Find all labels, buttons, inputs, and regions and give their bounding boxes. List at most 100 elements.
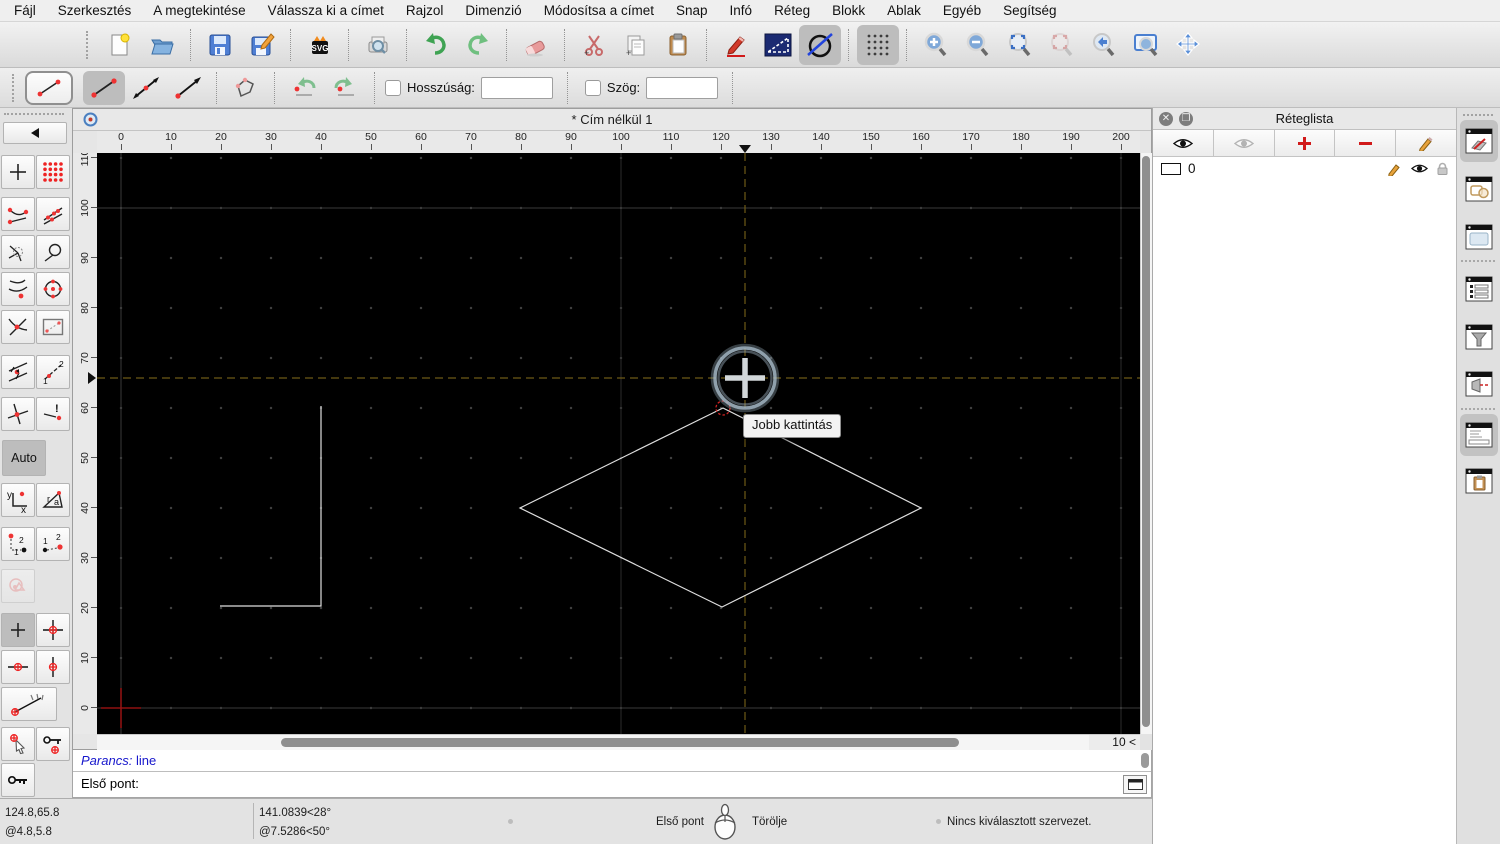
menu-item[interactable]: Snap bbox=[665, 0, 719, 22]
undo-segment-button[interactable] bbox=[283, 71, 325, 105]
dock-layer-list-button[interactable] bbox=[1460, 120, 1498, 162]
angle-checkbox[interactable] bbox=[584, 79, 601, 96]
menu-item[interactable]: A megtekintése bbox=[142, 0, 256, 22]
snap-free-button[interactable] bbox=[1, 155, 35, 189]
snap-grid-button[interactable] bbox=[36, 155, 70, 189]
toolbar-grip[interactable] bbox=[12, 73, 19, 102]
line-angle-button[interactable] bbox=[125, 71, 167, 105]
length-checkbox[interactable] bbox=[385, 79, 401, 96]
open-file-button[interactable] bbox=[141, 25, 183, 65]
snap-intersection-button[interactable] bbox=[1, 397, 35, 431]
length-input[interactable] bbox=[480, 76, 553, 99]
command-detach-button[interactable] bbox=[1123, 775, 1147, 794]
add-layer-button[interactable] bbox=[1274, 130, 1336, 156]
snap-intersection-manual-button[interactable]: ! bbox=[36, 397, 70, 431]
menu-item[interactable]: Módosítsa a címet bbox=[533, 0, 665, 22]
remove-layer-button[interactable] bbox=[1335, 130, 1397, 156]
snap-distance-button[interactable] bbox=[1, 272, 35, 306]
vscroll-thumb[interactable] bbox=[1142, 156, 1150, 727]
zoom-window-button[interactable] bbox=[1125, 25, 1167, 65]
save-button[interactable] bbox=[199, 25, 241, 65]
snap-reference-button[interactable] bbox=[36, 310, 70, 344]
zoom-previous-button[interactable] bbox=[1083, 25, 1125, 65]
snap-center-button[interactable] bbox=[1, 235, 35, 269]
snap-tangent-button[interactable] bbox=[36, 235, 70, 269]
show-all-layers-button[interactable] bbox=[1153, 130, 1214, 156]
edit-layer-button[interactable] bbox=[1396, 130, 1456, 156]
dock-selection-filter-button[interactable] bbox=[1460, 316, 1498, 358]
save-as-button[interactable] bbox=[241, 25, 283, 65]
restrict-orthogonal-button[interactable] bbox=[36, 613, 70, 647]
polyline-button[interactable] bbox=[225, 71, 267, 105]
redo-segment-button[interactable] bbox=[325, 71, 367, 105]
set-relative-zero-button[interactable] bbox=[1, 727, 35, 761]
layer-lock-icon[interactable] bbox=[1437, 162, 1448, 175]
pan-button[interactable] bbox=[1167, 25, 1209, 65]
zoom-out-button[interactable] bbox=[957, 25, 999, 65]
snap-intersection-auto-button[interactable] bbox=[1, 310, 35, 344]
zoom-in-button[interactable] bbox=[915, 25, 957, 65]
toolbar-grip[interactable] bbox=[4, 113, 64, 117]
dock-library-browser-button[interactable] bbox=[1460, 216, 1498, 258]
collapse-sidebar-button[interactable] bbox=[3, 122, 67, 144]
menu-item[interactable]: Egyéb bbox=[932, 0, 992, 22]
zoom-selected-button[interactable] bbox=[1041, 25, 1083, 65]
menu-item[interactable]: Segítség bbox=[992, 0, 1067, 22]
lock-relative-zero-button[interactable] bbox=[36, 727, 70, 761]
restrict-nothing-button[interactable] bbox=[1, 613, 35, 647]
menu-item[interactable]: Szerkesztés bbox=[47, 0, 143, 22]
drawing-window-titlebar[interactable]: * Cím nélkül 1 bbox=[73, 109, 1151, 131]
new-file-button[interactable] bbox=[99, 25, 141, 65]
paste-button[interactable] bbox=[657, 25, 699, 65]
command-history-scroll-thumb[interactable] bbox=[1141, 753, 1149, 768]
menu-item[interactable]: Réteg bbox=[763, 0, 821, 22]
copy-button[interactable]: + bbox=[615, 25, 657, 65]
redo-button[interactable] bbox=[457, 25, 499, 65]
menu-item[interactable]: Válassza ki a címet bbox=[257, 0, 395, 22]
angle-input[interactable] bbox=[646, 76, 719, 99]
print-preview-button[interactable] bbox=[357, 25, 399, 65]
absolute-coords-button[interactable]: 12 bbox=[36, 527, 70, 561]
undo-button[interactable] bbox=[415, 25, 457, 65]
restrict-vertical-button[interactable] bbox=[36, 650, 70, 684]
vertical-scrollbar[interactable] bbox=[1140, 153, 1152, 734]
menu-item[interactable]: Infó bbox=[719, 0, 764, 22]
draft-mode-button[interactable] bbox=[799, 24, 841, 65]
restrict-horizontal-button[interactable] bbox=[1, 650, 35, 684]
menu-item[interactable]: Fájl bbox=[3, 0, 47, 22]
svg-export-button[interactable]: SVG bbox=[299, 25, 341, 65]
snap-quadrant-button[interactable] bbox=[36, 272, 70, 306]
ray-button[interactable] bbox=[167, 71, 209, 105]
coordinate-cartesian-button[interactable]: yx bbox=[1, 483, 35, 517]
drawing-canvas[interactable]: Jobb kattintás bbox=[97, 153, 1140, 734]
zoom-auto-button[interactable] bbox=[999, 25, 1041, 65]
snap-on-entity-button[interactable] bbox=[36, 197, 70, 231]
grid-toggle-button[interactable] bbox=[857, 24, 899, 65]
command-input[interactable]: Első pont: bbox=[73, 772, 1151, 797]
coordinate-polar-button[interactable]: ra bbox=[36, 483, 70, 517]
exclusive-snap-button[interactable] bbox=[1, 569, 35, 603]
layer-visibility-icon[interactable] bbox=[1411, 163, 1428, 174]
layer-row[interactable]: 0 bbox=[1153, 157, 1456, 180]
cut-button[interactable]: + bbox=[573, 25, 615, 65]
snap-auto-button[interactable]: Auto bbox=[2, 440, 46, 476]
layer-color-swatch[interactable] bbox=[1161, 162, 1181, 175]
dock-grip[interactable] bbox=[1463, 114, 1493, 118]
hide-all-layers-button[interactable] bbox=[1213, 130, 1275, 156]
pen-attributes-button[interactable] bbox=[715, 25, 757, 65]
lock-layer-button[interactable] bbox=[1, 763, 35, 797]
dock-command-widget-button[interactable] bbox=[1460, 414, 1498, 456]
snap-middle-button[interactable] bbox=[1, 355, 35, 389]
menu-item[interactable]: Rajzol bbox=[395, 0, 455, 22]
dock-entity-list-button[interactable] bbox=[1460, 268, 1498, 310]
restrict-angle-button[interactable] bbox=[1, 687, 57, 721]
dock-pen-palette-button[interactable] bbox=[1460, 363, 1498, 405]
menu-item[interactable]: Blokk bbox=[821, 0, 876, 22]
dock-block-list-button[interactable] bbox=[1460, 168, 1498, 210]
layer-edit-icon[interactable] bbox=[1387, 161, 1402, 176]
snap-endpoint-button[interactable] bbox=[1, 197, 35, 231]
relative-coords-button[interactable]: 12 bbox=[1, 527, 35, 561]
horizontal-scrollbar[interactable] bbox=[97, 734, 1089, 750]
dock-clipboard-button[interactable] bbox=[1460, 460, 1498, 502]
selection-order-button[interactable] bbox=[757, 25, 799, 65]
